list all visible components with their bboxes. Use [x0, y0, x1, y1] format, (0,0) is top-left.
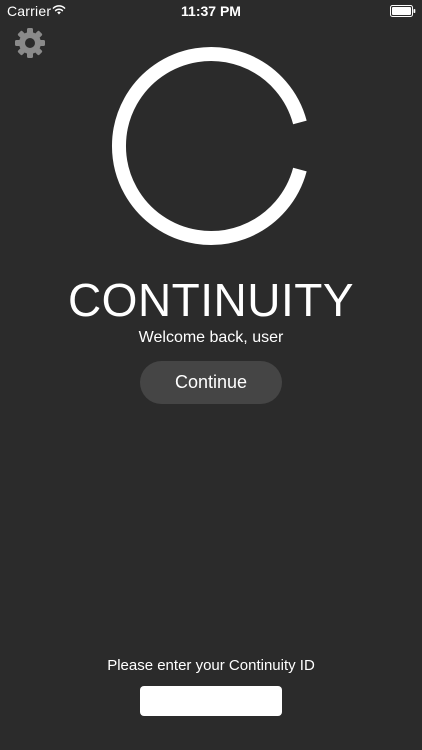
app-title: CONTINUITY	[67, 274, 355, 326]
battery-icon	[390, 5, 416, 17]
gear-icon[interactable]	[14, 27, 46, 59]
status-bar: Carrier 11:37 PM	[0, 0, 422, 22]
continue-button[interactable]: Continue	[140, 361, 282, 404]
continuity-ring-logo	[112, 47, 307, 245]
continuity-id-input[interactable]	[140, 686, 282, 716]
continuity-id-prompt: Please enter your Continuity ID	[107, 657, 315, 674]
status-time: 11:37 PM	[181, 3, 241, 19]
welcome-message: Welcome back, user	[138, 329, 284, 346]
